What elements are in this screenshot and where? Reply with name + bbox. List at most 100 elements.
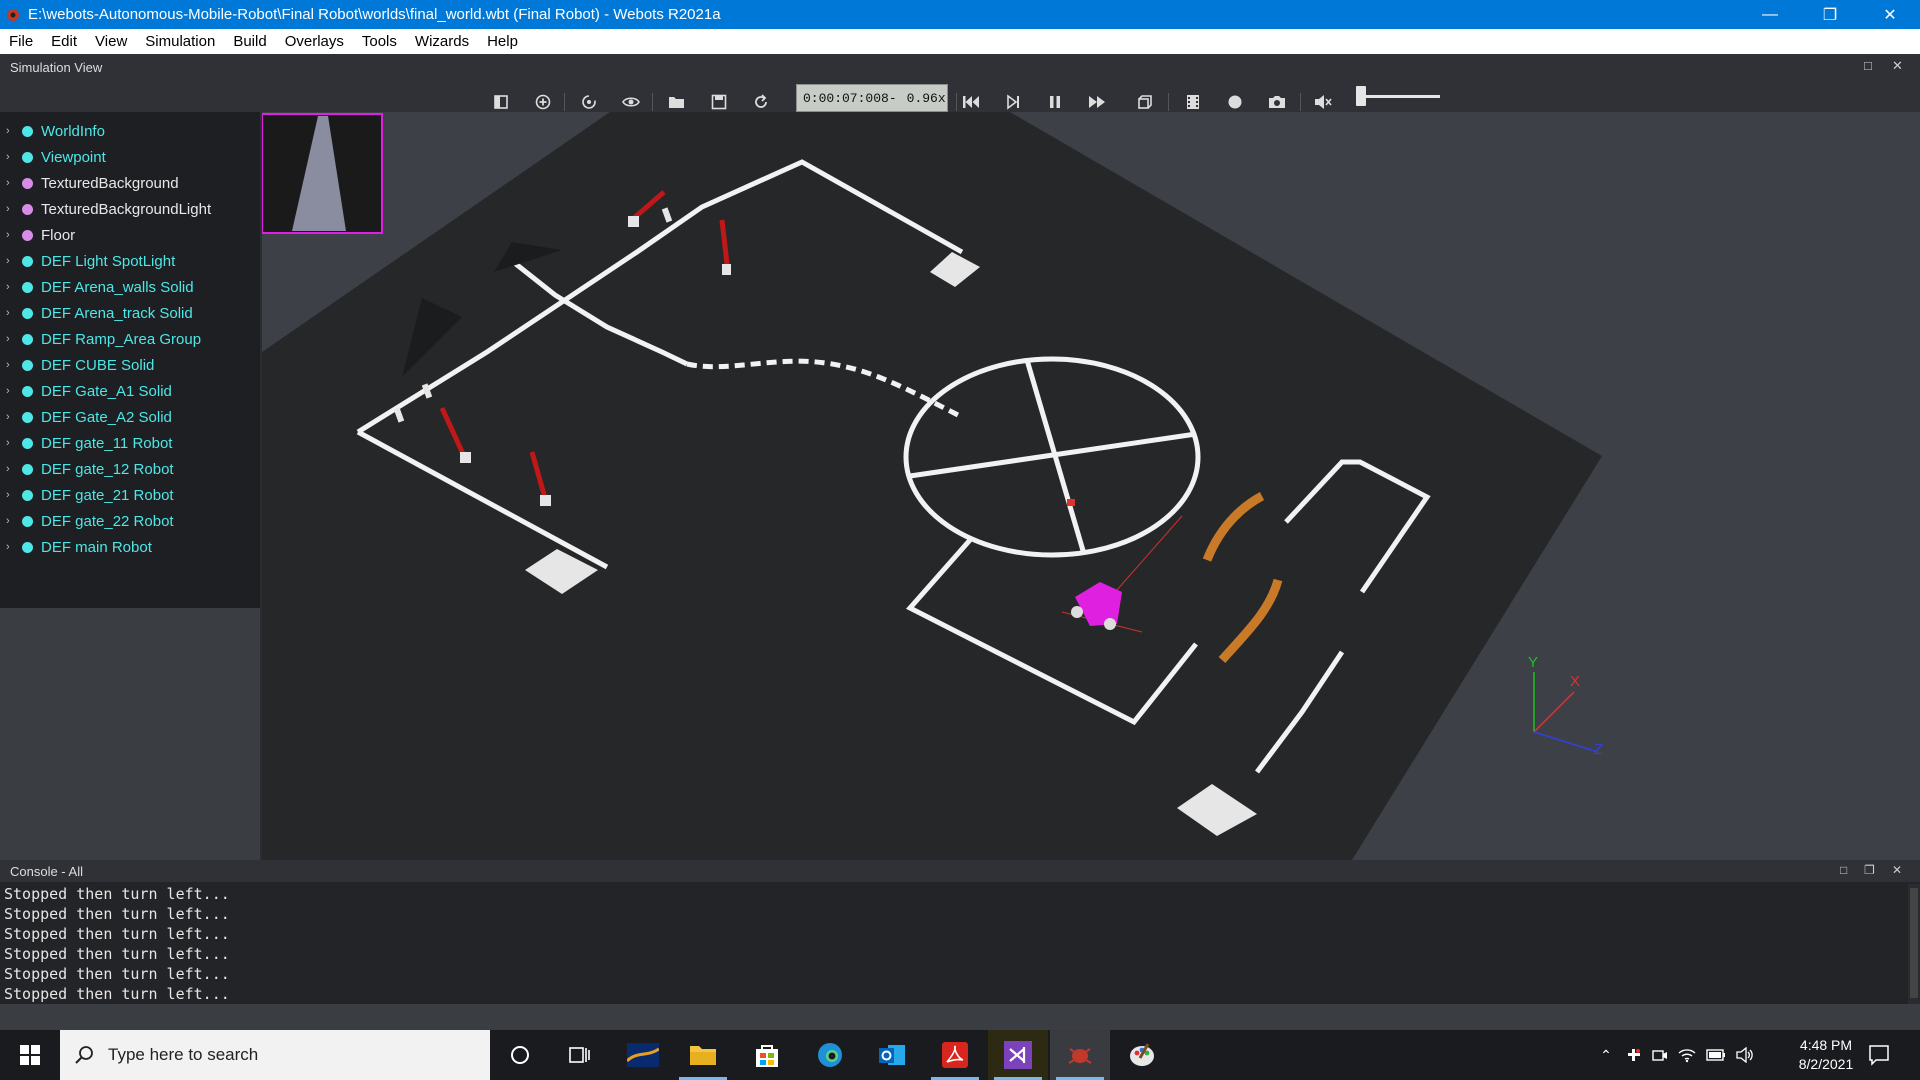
slack-tray-icon[interactable] xyxy=(1626,1047,1642,1063)
record-movie-button[interactable] xyxy=(1182,91,1204,113)
taskbar-app-webots[interactable] xyxy=(1050,1030,1110,1080)
maximize-panel-icon[interactable]: □ xyxy=(1864,58,1872,73)
scene-tree-node[interactable]: › DEF Arena_track Solid xyxy=(0,300,260,326)
expand-arrow-icon[interactable]: › xyxy=(6,125,16,137)
meet-now-icon[interactable] xyxy=(1652,1047,1668,1063)
expand-arrow-icon[interactable]: › xyxy=(6,229,16,241)
taskbar-app-file-explorer[interactable] xyxy=(673,1030,733,1080)
view-eye-button[interactable] xyxy=(620,91,642,113)
scene-tree-node[interactable]: › DEF Gate_A2 Solid xyxy=(0,404,260,430)
expand-arrow-icon[interactable]: › xyxy=(6,541,16,553)
battery-icon[interactable] xyxy=(1706,1048,1726,1062)
expand-arrow-icon[interactable]: › xyxy=(6,515,16,527)
expand-arrow-icon[interactable]: › xyxy=(6,411,16,423)
scene-tree-node[interactable]: › Floor xyxy=(0,222,260,248)
3d-viewport[interactable]: Y X Z xyxy=(262,112,1920,860)
menu-overlays[interactable]: Overlays xyxy=(276,33,353,50)
expand-arrow-icon[interactable]: › xyxy=(6,359,16,371)
expand-arrow-icon[interactable]: › xyxy=(6,177,16,189)
scene-tree-node[interactable]: › DEF Arena_walls Solid xyxy=(0,274,260,300)
scene-tree-node[interactable]: › TexturedBackground xyxy=(0,170,260,196)
volume-icon[interactable] xyxy=(1736,1047,1754,1063)
restore-button[interactable]: ❐ xyxy=(1800,0,1860,29)
mute-sound-button[interactable] xyxy=(1312,91,1334,113)
scene-tree-node[interactable]: › DEF CUBE Solid xyxy=(0,352,260,378)
console-scrollbar[interactable] xyxy=(1908,884,1920,1004)
expand-arrow-icon[interactable]: › xyxy=(6,385,16,397)
volume-slider[interactable] xyxy=(1356,95,1440,98)
taskbar-search-box[interactable]: Type here to search xyxy=(60,1030,490,1080)
rendering-toggle-button[interactable] xyxy=(1134,91,1156,113)
taskbar-clock[interactable]: 4:48 PM 8/2/2021 xyxy=(1776,1036,1876,1074)
task-view-button[interactable] xyxy=(550,1030,610,1080)
expand-arrow-icon[interactable]: › xyxy=(6,281,16,293)
expand-arrow-icon[interactable]: › xyxy=(6,437,16,449)
fast-forward-button[interactable] xyxy=(1086,91,1108,113)
minimize-button[interactable]: — xyxy=(1740,0,1800,29)
webots-icon xyxy=(1068,1048,1092,1064)
taskbar-app-acrobat[interactable] xyxy=(925,1030,985,1080)
menu-tools[interactable]: Tools xyxy=(353,33,406,50)
simulation-speed: 0.96x xyxy=(906,90,946,106)
start-button[interactable] xyxy=(0,1030,60,1080)
console-maximize-icon[interactable]: □ xyxy=(1840,863,1847,877)
scene-tree-node-label: DEF Arena_walls Solid xyxy=(41,278,194,296)
paint-icon xyxy=(1130,1043,1154,1066)
reset-simulation-button[interactable] xyxy=(960,91,982,113)
scene-render[interactable]: Y X Z xyxy=(262,112,1920,860)
taskbar-app-paint[interactable] xyxy=(1112,1030,1172,1080)
menu-build[interactable]: Build xyxy=(224,33,275,50)
scene-tree-node[interactable]: › DEF main Robot xyxy=(0,534,260,560)
speed-separator: - xyxy=(888,90,897,106)
expand-arrow-icon[interactable]: › xyxy=(6,255,16,267)
scene-tree-node[interactable]: › Viewpoint xyxy=(0,144,260,170)
open-world-button[interactable] xyxy=(666,91,688,113)
scene-tree-node[interactable]: › DEF gate_22 Robot xyxy=(0,508,260,534)
scene-tree-node[interactable]: › TexturedBackgroundLight xyxy=(0,196,260,222)
toggle-scene-tree-button[interactable] xyxy=(490,91,512,113)
scene-tree-node[interactable]: › WorldInfo xyxy=(0,118,260,144)
volume-slider-handle[interactable] xyxy=(1356,86,1367,106)
save-world-button[interactable] xyxy=(708,91,730,113)
menu-file[interactable]: File xyxy=(0,33,42,50)
taskbar-app-visual-studio[interactable] xyxy=(988,1030,1048,1080)
scene-tree-node[interactable]: › DEF Light SpotLight xyxy=(0,248,260,274)
expand-arrow-icon[interactable]: › xyxy=(6,333,16,345)
cortana-button[interactable] xyxy=(490,1030,550,1080)
rotate-view-button[interactable] xyxy=(578,91,600,113)
close-panel-icon[interactable]: ✕ xyxy=(1892,58,1903,74)
expand-arrow-icon[interactable]: › xyxy=(6,307,16,319)
pause-button[interactable] xyxy=(1044,91,1066,113)
acrobat-icon xyxy=(942,1042,968,1068)
taskbar-app-matlab[interactable] xyxy=(613,1030,673,1080)
menu-simulation[interactable]: Simulation xyxy=(136,33,224,50)
menu-view[interactable]: View xyxy=(86,33,136,50)
menu-help[interactable]: Help xyxy=(478,33,527,50)
taskbar-app-store[interactable] xyxy=(737,1030,797,1080)
step-button[interactable] xyxy=(1002,91,1024,113)
taskbar-app-outlook[interactable] xyxy=(862,1030,922,1080)
show-hidden-icons-icon[interactable]: ⌃ xyxy=(1592,1047,1620,1064)
expand-arrow-icon[interactable]: › xyxy=(6,489,16,501)
notifications-icon[interactable] xyxy=(1868,1044,1890,1066)
record-button[interactable] xyxy=(1224,91,1246,113)
screenshot-camera-button[interactable] xyxy=(1266,91,1288,113)
expand-arrow-icon[interactable]: › xyxy=(6,463,16,475)
console-float-icon[interactable]: ❐ xyxy=(1864,863,1875,877)
scene-tree-node[interactable]: › DEF gate_11 Robot xyxy=(0,430,260,456)
expand-arrow-icon[interactable]: › xyxy=(6,203,16,215)
close-button[interactable]: ✕ xyxy=(1860,0,1920,29)
scene-tree-node[interactable]: › DEF gate_12 Robot xyxy=(0,456,260,482)
expand-arrow-icon[interactable]: › xyxy=(6,151,16,163)
gate-post-1 xyxy=(460,452,471,463)
scene-tree-node[interactable]: › DEF Ramp_Area Group xyxy=(0,326,260,352)
scene-tree-node[interactable]: › DEF gate_21 Robot xyxy=(0,482,260,508)
scene-tree-node[interactable]: › DEF Gate_A1 Solid xyxy=(0,378,260,404)
add-node-button[interactable] xyxy=(532,91,554,113)
console-close-icon[interactable]: ✕ xyxy=(1892,863,1902,877)
wifi-icon[interactable] xyxy=(1678,1047,1696,1063)
taskbar-app-edge[interactable] xyxy=(800,1030,860,1080)
reload-world-button[interactable] xyxy=(750,91,772,113)
menu-edit[interactable]: Edit xyxy=(42,33,86,50)
menu-wizards[interactable]: Wizards xyxy=(406,33,478,50)
